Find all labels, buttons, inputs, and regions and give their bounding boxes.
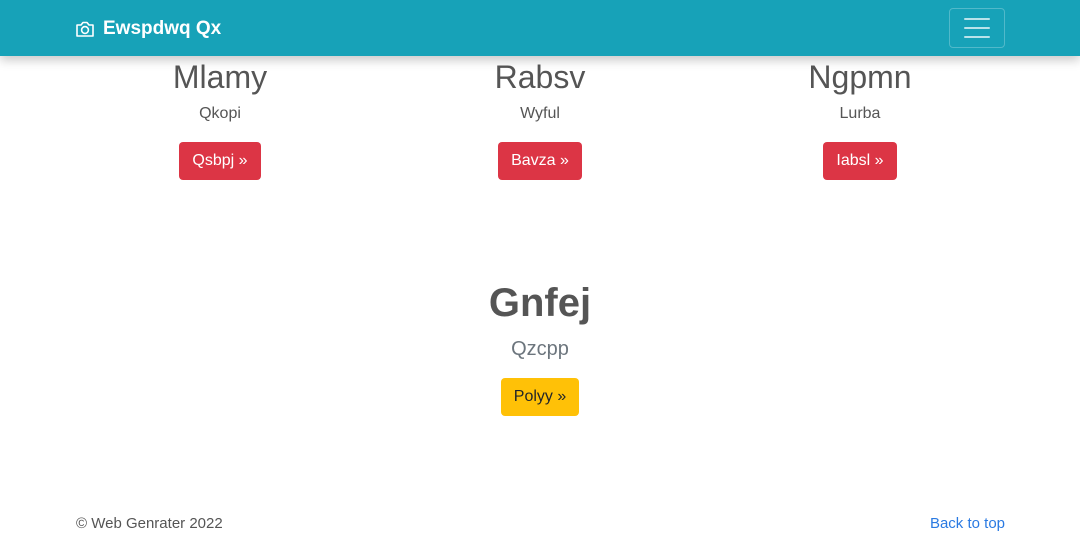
feature-title: Ngpmn [808, 59, 912, 95]
feature-title: Rabsv [494, 59, 586, 95]
camera-icon [75, 20, 95, 38]
feature-column-3: Ngpmn Lurba Iabsl » [700, 58, 1020, 180]
feature-text: Wyful [520, 105, 560, 122]
hero-title: Gnfej [488, 281, 592, 325]
back-to-top-link[interactable]: Back to top [930, 515, 1005, 532]
feature-title: Mlamy [172, 59, 268, 95]
feature-button[interactable]: Iabsl » [823, 142, 897, 180]
hero-button[interactable]: Polyy » [500, 378, 580, 416]
brand-name: Ewspdwq Qx [103, 18, 222, 39]
feature-text: Qkopi [199, 105, 241, 122]
feature-column-1: Mlamy Qkopi Qsbpj » [60, 58, 380, 180]
hamburger-menu-icon [964, 18, 990, 20]
brand-link[interactable]: Ewspdwq Qx [75, 15, 221, 43]
navbar-toggle-button[interactable] [949, 8, 1005, 48]
hero-section: Gnfej Qzcpp Polyy » [340, 280, 740, 416]
feature-column-2: Rabsv Wyful Bavza » [380, 58, 700, 180]
navbar: Ewspdwq Qx [0, 0, 1080, 56]
feature-text: Lurba [839, 105, 881, 122]
hero-subtitle: Qzcpp [511, 338, 569, 360]
feature-button[interactable]: Bavza » [498, 142, 582, 180]
feature-button[interactable]: Qsbpj » [179, 142, 261, 180]
footer-copyright: © Web Genrater 2022 [76, 515, 223, 532]
